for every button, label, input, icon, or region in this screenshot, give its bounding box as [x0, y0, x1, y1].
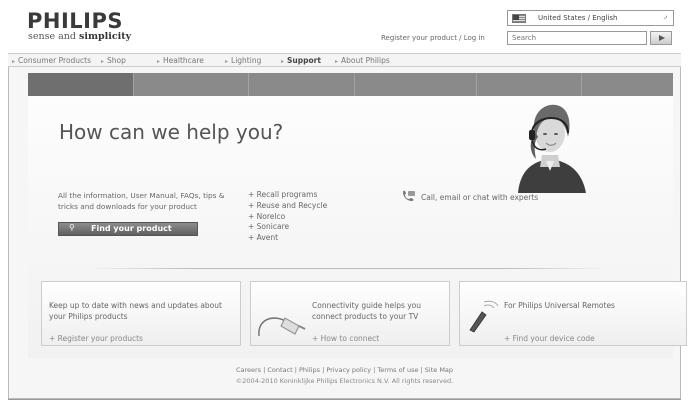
- card-remotes[interactable]: For Philips Universal Remotes Find your …: [459, 281, 687, 346]
- footer-link-philips[interactable]: Philips: [299, 366, 320, 374]
- card-register-text: Keep up to date with news and updates ab…: [49, 301, 222, 321]
- card-register-link[interactable]: Register your products: [49, 334, 143, 343]
- card-remotes-text: For Philips Universal Remotes: [504, 301, 615, 310]
- card-register[interactable]: Keep up to date with news and updates ab…: [41, 281, 241, 346]
- footer-link-terms[interactable]: Terms of use: [377, 366, 418, 374]
- tab-separator: [133, 73, 134, 96]
- nav-support[interactable]: Support: [281, 56, 321, 65]
- link-reuse-recycle[interactable]: Reuse and Recycle: [248, 201, 328, 212]
- nav-about-philips[interactable]: About Philips: [335, 56, 390, 65]
- tab-separator: [248, 73, 249, 96]
- card-connectivity[interactable]: Connectivity guide helps you connect pro…: [250, 281, 450, 346]
- locale-selector[interactable]: United States / English ⌏: [507, 10, 674, 26]
- tab-separator: [354, 73, 355, 96]
- link-sonicare[interactable]: Sonicare: [248, 222, 327, 233]
- section-divider: [88, 268, 608, 269]
- footer-link-privacy[interactable]: Privacy policy: [326, 366, 371, 374]
- locale-label: United States / English: [538, 14, 618, 22]
- find-product-button[interactable]: ⚲ Find your product: [58, 222, 198, 236]
- find-product-label: Find your product: [91, 224, 172, 233]
- register-login-link[interactable]: Register your product / Log in: [381, 34, 485, 42]
- nav-consumer-products[interactable]: Consumer Products: [12, 56, 91, 65]
- footer-link-contact[interactable]: Contact: [267, 366, 292, 374]
- nav-lighting[interactable]: Lighting: [225, 56, 261, 65]
- remote-icon: [469, 300, 499, 333]
- tab-separator: [476, 73, 477, 96]
- philips-logo[interactable]: PHILIPS: [27, 9, 123, 33]
- page-title: How can we help you?: [59, 120, 284, 144]
- brand-tagline: sense and simplicity: [28, 31, 132, 42]
- tab-active[interactable]: [28, 73, 133, 96]
- magnifier-icon: ⚲: [69, 223, 75, 232]
- footer-link-careers[interactable]: Careers: [236, 366, 261, 374]
- link-recall-programs[interactable]: Recall programs: [248, 190, 327, 201]
- main-nav: Consumer Products Shop Healthcare Lighti…: [8, 53, 681, 67]
- link-norelco[interactable]: Norelco: [248, 212, 327, 223]
- cable-icon: [258, 317, 306, 337]
- card-connectivity-link[interactable]: How to connect: [312, 334, 380, 343]
- card-remotes-link[interactable]: Find your device code: [504, 334, 595, 343]
- footer-links: Careers | Contact | Philips | Privacy po…: [0, 366, 689, 374]
- nav-healthcare[interactable]: Healthcare: [157, 56, 204, 65]
- nav-shop[interactable]: Shop: [101, 56, 126, 65]
- card-connectivity-text: Connectivity guide helps you connect pro…: [312, 301, 422, 321]
- support-agent-image: [518, 104, 586, 193]
- tab-separator: [581, 73, 582, 96]
- phone-icon: [403, 190, 415, 201]
- contact-experts-link[interactable]: Call, email or chat with experts: [421, 193, 538, 202]
- intro-text: All the information, User Manual, FAQs, …: [58, 191, 225, 211]
- quick-links-list: Recall programs Reuse and Recycle Norelc…: [248, 190, 328, 244]
- footer-link-sitemap[interactable]: Site Map: [425, 366, 453, 374]
- search-button[interactable]: [650, 31, 672, 45]
- search-input[interactable]: [507, 31, 647, 45]
- site-header: PHILIPS sense and simplicity United Stat…: [0, 0, 689, 52]
- section-tab-bar: [28, 73, 673, 96]
- link-avent[interactable]: Avent: [248, 233, 327, 244]
- flag-icon: [512, 14, 526, 23]
- dropdown-arrow-icon: ⌏: [663, 14, 669, 22]
- copyright-text: ©2004-2010 Koninklijke Philips Electroni…: [235, 377, 454, 385]
- frame-bottom-edge: [8, 399, 681, 400]
